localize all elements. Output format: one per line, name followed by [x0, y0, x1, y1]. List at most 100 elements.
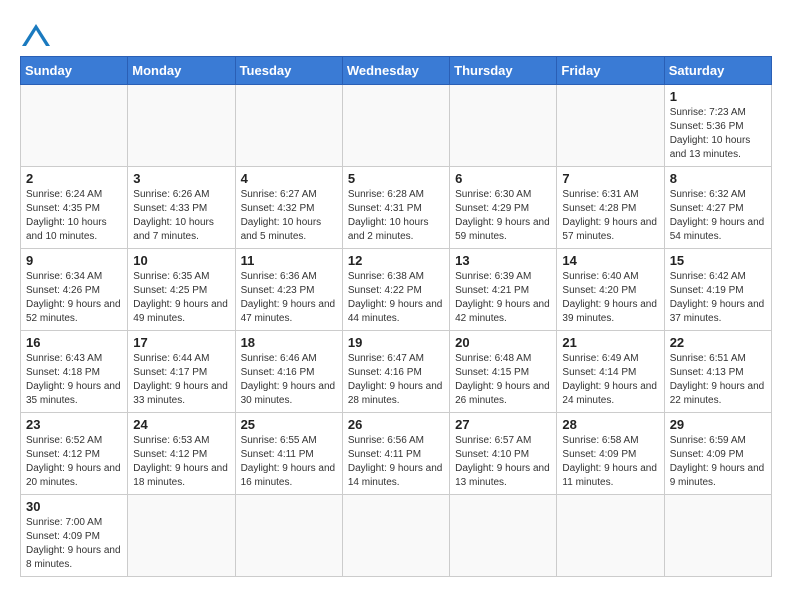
calendar-cell: 20 Sunrise: 6:48 AM Sunset: 4:15 PM Dayli…: [450, 331, 557, 413]
day-number: 16: [26, 335, 122, 350]
calendar-cell: 26Sunrise: 6:56 AM Sunset: 4:11 PM Dayli…: [342, 413, 449, 495]
day-info: Sunrise: 6:57 AM Sunset: 4:10 PM Dayligh…: [455, 434, 551, 490]
day-number: 23: [26, 417, 122, 432]
day-info: Sunrise: 6:30 AM Sunset: 4:29 PM Dayligh…: [455, 188, 551, 244]
day-number: 21: [562, 335, 658, 350]
day-info: Sunrise: 6:31 AM Sunset: 4:28 PM Dayligh…: [562, 188, 658, 244]
calendar-week-row: 9 Sunrise: 6:34 AM Sunset: 4:26 PM Daylig…: [21, 249, 772, 331]
calendar-cell: 28 Sunrise: 6:58 AM Sunset: 4:09 PM Dayli…: [557, 413, 664, 495]
calendar-cell: 30Sunrise: 7:00 AM Sunset: 4:09 PM Dayli…: [21, 495, 128, 577]
calendar-cell: 12 Sunrise: 6:38 AM Sunset: 4:22 PM Dayli…: [342, 249, 449, 331]
day-info: Sunrise: 6:43 AM Sunset: 4:18 PM Dayligh…: [26, 352, 122, 408]
calendar-header-row: SundayMondayTuesdayWednesdayThursdayFrid…: [21, 57, 772, 85]
header: [20, 16, 772, 46]
day-number: 5: [348, 171, 444, 186]
day-info: Sunrise: 6:44 AM Sunset: 4:17 PM Dayligh…: [133, 352, 229, 408]
calendar-week-row: 1 Sunrise: 7:23 AM Sunset: 5:36 PM Daylig…: [21, 85, 772, 167]
day-number: 13: [455, 253, 551, 268]
day-number: 10: [133, 253, 229, 268]
day-number: 18: [241, 335, 337, 350]
day-number: 6: [455, 171, 551, 186]
day-number: 24: [133, 417, 229, 432]
day-number: 29: [670, 417, 766, 432]
calendar-header-saturday: Saturday: [664, 57, 771, 85]
calendar-cell: 1 Sunrise: 7:23 AM Sunset: 5:36 PM Daylig…: [664, 85, 771, 167]
day-number: 27: [455, 417, 551, 432]
calendar-week-row: 30Sunrise: 7:00 AM Sunset: 4:09 PM Dayli…: [21, 495, 772, 577]
calendar-cell: 29 Sunrise: 6:59 AM Sunset: 4:09 PM Dayli…: [664, 413, 771, 495]
day-number: 2: [26, 171, 122, 186]
calendar-cell: [664, 495, 771, 577]
calendar-cell: 24 Sunrise: 6:53 AM Sunset: 4:12 PM Dayli…: [128, 413, 235, 495]
day-info: Sunrise: 6:42 AM Sunset: 4:19 PM Dayligh…: [670, 270, 766, 326]
calendar-header-thursday: Thursday: [450, 57, 557, 85]
calendar-cell: 27 Sunrise: 6:57 AM Sunset: 4:10 PM Dayli…: [450, 413, 557, 495]
logo-icon: [22, 24, 50, 46]
calendar-cell: 10 Sunrise: 6:35 AM Sunset: 4:25 PM Dayli…: [128, 249, 235, 331]
calendar-header-tuesday: Tuesday: [235, 57, 342, 85]
logo: [20, 24, 50, 46]
day-info: Sunrise: 6:51 AM Sunset: 4:13 PM Dayligh…: [670, 352, 766, 408]
calendar-header-sunday: Sunday: [21, 57, 128, 85]
day-info: Sunrise: 6:38 AM Sunset: 4:22 PM Dayligh…: [348, 270, 444, 326]
day-number: 14: [562, 253, 658, 268]
calendar-cell: 19Sunrise: 6:47 AM Sunset: 4:16 PM Dayli…: [342, 331, 449, 413]
day-number: 4: [241, 171, 337, 186]
calendar-week-row: 23Sunrise: 6:52 AM Sunset: 4:12 PM Dayli…: [21, 413, 772, 495]
calendar-cell: 21 Sunrise: 6:49 AM Sunset: 4:14 PM Dayli…: [557, 331, 664, 413]
day-number: 17: [133, 335, 229, 350]
calendar-cell: [235, 495, 342, 577]
calendar-header-wednesday: Wednesday: [342, 57, 449, 85]
day-number: 8: [670, 171, 766, 186]
calendar-week-row: 2Sunrise: 6:24 AM Sunset: 4:35 PM Daylig…: [21, 167, 772, 249]
calendar-cell: 22 Sunrise: 6:51 AM Sunset: 4:13 PM Dayli…: [664, 331, 771, 413]
day-info: Sunrise: 6:48 AM Sunset: 4:15 PM Dayligh…: [455, 352, 551, 408]
calendar-cell: [450, 495, 557, 577]
calendar-cell: [557, 495, 664, 577]
page: SundayMondayTuesdayWednesdayThursdayFrid…: [0, 0, 792, 597]
day-info: Sunrise: 6:55 AM Sunset: 4:11 PM Dayligh…: [241, 434, 337, 490]
day-number: 22: [670, 335, 766, 350]
day-info: Sunrise: 6:39 AM Sunset: 4:21 PM Dayligh…: [455, 270, 551, 326]
calendar-week-row: 16 Sunrise: 6:43 AM Sunset: 4:18 PM Dayli…: [21, 331, 772, 413]
day-info: Sunrise: 6:49 AM Sunset: 4:14 PM Dayligh…: [562, 352, 658, 408]
day-info: Sunrise: 7:23 AM Sunset: 5:36 PM Dayligh…: [670, 106, 766, 162]
calendar-cell: 13 Sunrise: 6:39 AM Sunset: 4:21 PM Dayli…: [450, 249, 557, 331]
calendar-cell: [342, 85, 449, 167]
day-info: Sunrise: 6:34 AM Sunset: 4:26 PM Dayligh…: [26, 270, 122, 326]
day-number: 15: [670, 253, 766, 268]
calendar-cell: 9 Sunrise: 6:34 AM Sunset: 4:26 PM Daylig…: [21, 249, 128, 331]
day-info: Sunrise: 6:28 AM Sunset: 4:31 PM Dayligh…: [348, 188, 444, 244]
calendar-cell: 17 Sunrise: 6:44 AM Sunset: 4:17 PM Dayli…: [128, 331, 235, 413]
day-number: 20: [455, 335, 551, 350]
calendar-cell: 25 Sunrise: 6:55 AM Sunset: 4:11 PM Dayli…: [235, 413, 342, 495]
day-info: Sunrise: 6:53 AM Sunset: 4:12 PM Dayligh…: [133, 434, 229, 490]
calendar-cell: [342, 495, 449, 577]
calendar-cell: 15 Sunrise: 6:42 AM Sunset: 4:19 PM Dayli…: [664, 249, 771, 331]
day-number: 28: [562, 417, 658, 432]
calendar-cell: 2Sunrise: 6:24 AM Sunset: 4:35 PM Daylig…: [21, 167, 128, 249]
calendar-cell: [128, 495, 235, 577]
calendar: SundayMondayTuesdayWednesdayThursdayFrid…: [20, 56, 772, 577]
calendar-cell: [557, 85, 664, 167]
day-number: 9: [26, 253, 122, 268]
day-info: Sunrise: 6:26 AM Sunset: 4:33 PM Dayligh…: [133, 188, 229, 244]
calendar-cell: 11Sunrise: 6:36 AM Sunset: 4:23 PM Dayli…: [235, 249, 342, 331]
calendar-cell: [450, 85, 557, 167]
day-info: Sunrise: 6:58 AM Sunset: 4:09 PM Dayligh…: [562, 434, 658, 490]
day-number: 12: [348, 253, 444, 268]
calendar-header-friday: Friday: [557, 57, 664, 85]
day-info: Sunrise: 7:00 AM Sunset: 4:09 PM Dayligh…: [26, 516, 122, 572]
day-number: 1: [670, 89, 766, 104]
day-info: Sunrise: 6:46 AM Sunset: 4:16 PM Dayligh…: [241, 352, 337, 408]
calendar-cell: [128, 85, 235, 167]
calendar-cell: 14Sunrise: 6:40 AM Sunset: 4:20 PM Dayli…: [557, 249, 664, 331]
calendar-cell: 5 Sunrise: 6:28 AM Sunset: 4:31 PM Daylig…: [342, 167, 449, 249]
day-info: Sunrise: 6:35 AM Sunset: 4:25 PM Dayligh…: [133, 270, 229, 326]
day-number: 3: [133, 171, 229, 186]
day-number: 25: [241, 417, 337, 432]
calendar-cell: 23Sunrise: 6:52 AM Sunset: 4:12 PM Dayli…: [21, 413, 128, 495]
day-info: Sunrise: 6:47 AM Sunset: 4:16 PM Dayligh…: [348, 352, 444, 408]
day-info: Sunrise: 6:32 AM Sunset: 4:27 PM Dayligh…: [670, 188, 766, 244]
day-info: Sunrise: 6:59 AM Sunset: 4:09 PM Dayligh…: [670, 434, 766, 490]
